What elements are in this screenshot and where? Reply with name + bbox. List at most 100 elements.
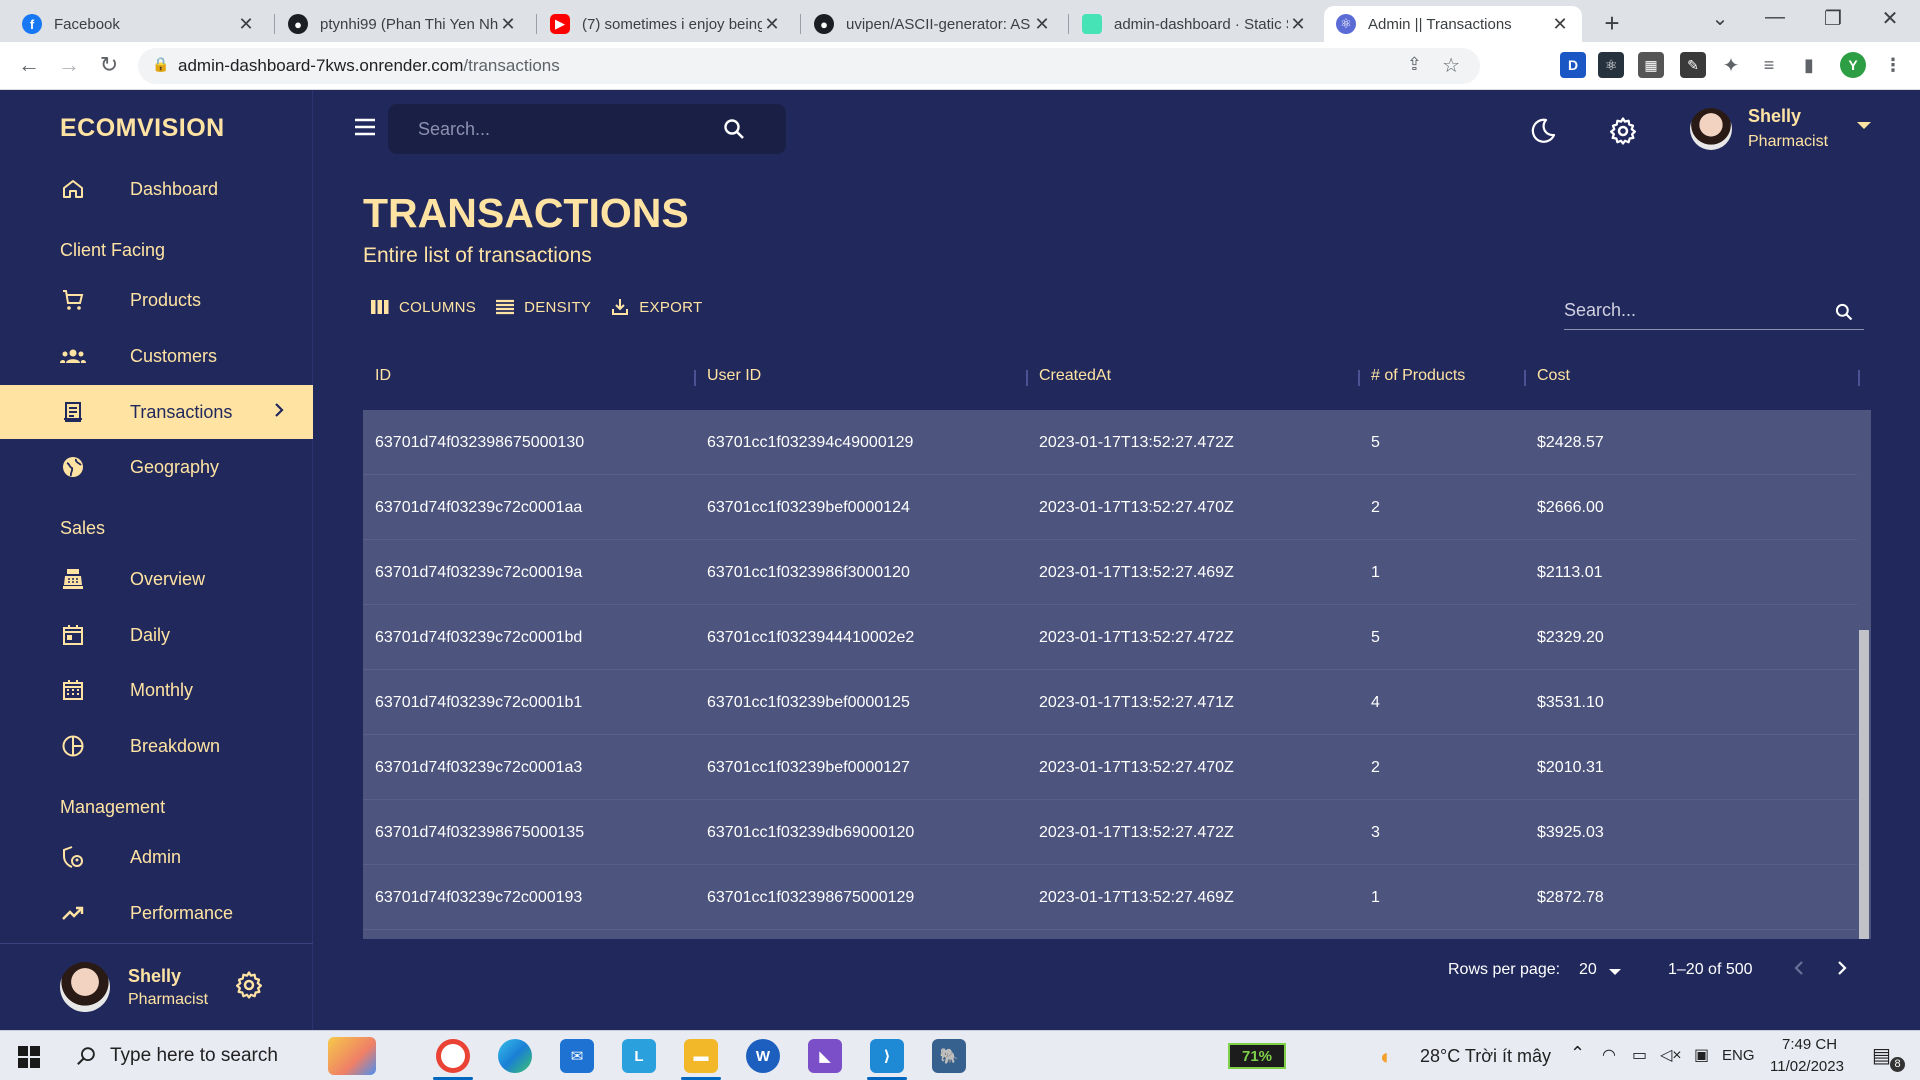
display-icon[interactable]: ▣ — [1694, 1045, 1709, 1065]
table-row[interactable]: 63701d74f03239c72c0001bd 63701cc1f032394… — [363, 605, 1857, 670]
column-separator[interactable] — [1026, 370, 1028, 386]
sidebar-item-overview[interactable]: Overview — [0, 552, 313, 606]
back-icon[interactable]: ← — [14, 52, 44, 78]
close-icon[interactable]: ✕ — [1032, 14, 1052, 35]
visual-studio-icon[interactable]: ◣ — [808, 1039, 842, 1073]
column-separator[interactable] — [1858, 370, 1860, 386]
new-tab-button[interactable]: + — [1597, 8, 1627, 39]
extension-d-icon[interactable]: D — [1560, 52, 1586, 78]
weather-text[interactable]: 28°C Trời ít mây — [1420, 1046, 1551, 1067]
close-icon[interactable]: ✕ — [498, 14, 518, 35]
arrow-drop-down-icon[interactable] — [1609, 969, 1621, 975]
browser-tab[interactable]: admin-dashboard · Static S ✕ — [1070, 6, 1320, 42]
battery-icon[interactable]: ▭ — [1632, 1045, 1647, 1065]
sidebar-item-customers[interactable]: Customers — [0, 329, 313, 383]
extension-pen-icon[interactable]: ✎ — [1680, 52, 1706, 78]
puzzle-icon[interactable]: ✦ — [1718, 52, 1744, 78]
settings-gear-icon[interactable] — [234, 970, 264, 1000]
browser-tab[interactable]: ● ptynhi99 (Phan Thi Yen Nhi) ✕ — [276, 6, 530, 42]
sidebar-item-dashboard[interactable]: Dashboard — [0, 162, 313, 216]
close-icon[interactable]: ✕ — [762, 14, 782, 35]
reading-list-icon[interactable]: ≡ — [1756, 52, 1782, 78]
column-separator[interactable] — [1358, 370, 1360, 386]
search-icon[interactable] — [722, 117, 746, 141]
react-devtools-icon[interactable]: ⚛ — [1598, 52, 1624, 78]
column-header-id[interactable]: ID — [375, 342, 391, 410]
chevron-up-icon[interactable]: ⌃ — [1570, 1043, 1585, 1064]
sidebar-item-monthly[interactable]: Monthly — [0, 663, 313, 717]
settings-icon[interactable] — [1608, 116, 1638, 146]
close-icon[interactable]: ✕ — [236, 14, 256, 35]
window-close-icon[interactable]: ✕ — [1870, 6, 1910, 31]
grid-search-input[interactable]: Search... — [1564, 290, 1864, 330]
forward-icon[interactable]: → — [54, 52, 84, 78]
columns-button[interactable]: COLUMNS — [371, 299, 476, 316]
browser-menu-icon[interactable]: ⋮ — [1880, 52, 1906, 78]
column-header-user-id[interactable]: User ID — [707, 342, 761, 410]
app-l-icon[interactable]: L — [622, 1039, 656, 1073]
windows-start-icon[interactable] — [18, 1046, 40, 1068]
reload-icon[interactable]: ↻ — [94, 52, 124, 78]
mail-icon[interactable]: ✉ — [560, 1039, 594, 1073]
restore-icon[interactable]: ❐ — [1813, 6, 1853, 31]
postgresql-icon[interactable]: 🐘 — [932, 1039, 966, 1073]
table-row[interactable]: 63701d74f03239c72c0001a3 63701cc1f03239b… — [363, 735, 1857, 800]
browser-tab-active[interactable]: ⚛ Admin || Transactions ✕ — [1324, 6, 1582, 42]
volume-muted-icon[interactable]: ◁× — [1660, 1045, 1682, 1065]
url-input[interactable]: 🔒 admin-dashboard-7kws.onrender.com/tran… — [138, 48, 1480, 84]
wifi-icon[interactable]: ◠ — [1602, 1045, 1616, 1065]
notification-icon[interactable]: ▤ — [1872, 1043, 1891, 1068]
sidebar-item-breakdown[interactable]: Breakdown — [0, 719, 313, 773]
column-header-products[interactable]: # of Products — [1371, 342, 1465, 410]
sidebar-item-performance[interactable]: Performance — [0, 886, 313, 940]
arrow-drop-down-icon[interactable] — [1857, 122, 1871, 129]
tab-search-icon[interactable]: ⌄ — [1700, 6, 1740, 31]
sidebar-item-daily[interactable]: Daily — [0, 608, 313, 662]
sidebar-item-geography[interactable]: Geography — [0, 440, 313, 494]
sidebar-item-products[interactable]: Products — [0, 273, 313, 327]
avatar[interactable] — [1690, 108, 1732, 150]
edge-icon[interactable] — [498, 1039, 532, 1073]
close-icon[interactable]: ✕ — [1288, 14, 1308, 35]
bookmark-star-icon[interactable]: ☆ — [1442, 53, 1460, 78]
dark-mode-moon-icon[interactable] — [1528, 116, 1558, 146]
table-row[interactable]: 63701d74f03239c72c00019a 63701cc1f032398… — [363, 540, 1857, 605]
column-separator[interactable] — [694, 370, 696, 386]
sidebar-item-transactions[interactable]: Transactions — [0, 385, 313, 439]
word-icon[interactable]: W — [746, 1039, 780, 1073]
table-row[interactable]: 63701d74f032398675000135 63701cc1f03239d… — [363, 800, 1857, 865]
clock-time[interactable]: 7:49 CH — [1782, 1036, 1837, 1053]
language-indicator[interactable]: ENG — [1722, 1047, 1755, 1064]
top-search-input[interactable]: Search... — [388, 104, 786, 154]
chrome-icon[interactable] — [436, 1039, 470, 1073]
top-user-menu[interactable]: Shelly Pharmacist — [1748, 106, 1828, 151]
search-highlight-icon[interactable] — [328, 1037, 376, 1075]
scrollbar-thumb[interactable] — [1859, 630, 1869, 939]
extension-icon[interactable]: ▦ — [1638, 52, 1664, 78]
column-header-created-at[interactable]: CreatedAt — [1039, 342, 1111, 410]
clock-date[interactable]: 11/02/2023 — [1770, 1058, 1844, 1075]
export-button[interactable]: EXPORT — [611, 298, 702, 316]
side-panel-icon[interactable]: ▮ — [1796, 52, 1822, 78]
vscode-icon[interactable]: ⟩ — [870, 1039, 904, 1073]
table-row[interactable]: 63701d74f03239c72c0001b1 63701cc1f03239b… — [363, 670, 1857, 735]
table-row[interactable]: 63701d74f03239c72c000193 63701cc1f032398… — [363, 865, 1857, 930]
browser-tab[interactable]: ● uvipen/ASCII-generator: AS ✕ — [802, 6, 1064, 42]
rows-per-page-select[interactable]: 20 — [1579, 961, 1597, 979]
browser-tab[interactable]: f Facebook ✕ — [10, 6, 268, 42]
previous-page-icon[interactable] — [1793, 957, 1805, 983]
table-row[interactable]: 63701d74f03239c72c0001aa 63701cc1f03239b… — [363, 475, 1857, 540]
table-row[interactable]: 63701d74f032398675000130 63701cc1f032394… — [363, 410, 1857, 475]
column-separator[interactable] — [1524, 370, 1526, 386]
search-icon[interactable] — [1834, 302, 1854, 322]
profile-avatar[interactable]: Y — [1840, 52, 1866, 78]
menu-icon[interactable] — [352, 114, 378, 140]
column-header-cost[interactable]: Cost — [1537, 342, 1570, 410]
share-icon[interactable]: ⇪ — [1407, 54, 1422, 75]
battery-indicator[interactable]: 71% — [1228, 1043, 1286, 1069]
density-button[interactable]: DENSITY — [496, 299, 591, 316]
close-icon[interactable]: ✕ — [1550, 14, 1570, 35]
sidebar-item-admin[interactable]: Admin — [0, 830, 313, 884]
minimize-icon[interactable]: — — [1755, 6, 1795, 29]
browser-tab[interactable]: ▶ (7) sometimes i enjoy being ✕ — [538, 6, 794, 42]
